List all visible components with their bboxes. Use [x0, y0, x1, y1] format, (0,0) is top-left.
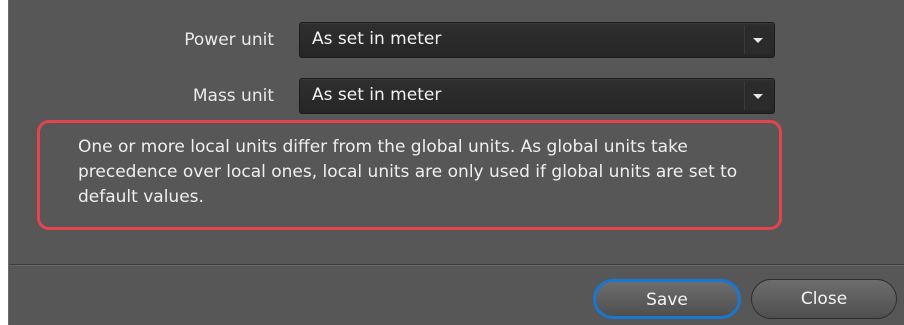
power-unit-select[interactable]: As set in meter — [299, 22, 775, 58]
chevron-down-icon[interactable] — [744, 82, 771, 110]
save-button[interactable]: Save — [593, 279, 741, 319]
mass-unit-value: As set in meter — [312, 85, 442, 105]
close-button[interactable]: Close — [751, 279, 897, 319]
units-warning-message: One or more local units differ from the … — [37, 120, 782, 230]
power-unit-value: As set in meter — [312, 29, 442, 49]
power-unit-label: Power unit — [184, 30, 274, 50]
chevron-down-icon[interactable] — [744, 26, 771, 54]
mass-unit-select[interactable]: As set in meter — [299, 78, 775, 114]
mass-unit-row: Mass unit As set in meter — [9, 78, 904, 114]
power-unit-row: Power unit As set in meter — [9, 22, 904, 58]
mass-unit-label: Mass unit — [192, 86, 274, 106]
footer-divider — [9, 264, 904, 266]
unit-settings-dialog: Power unit As set in meter Mass unit As … — [8, 0, 904, 325]
